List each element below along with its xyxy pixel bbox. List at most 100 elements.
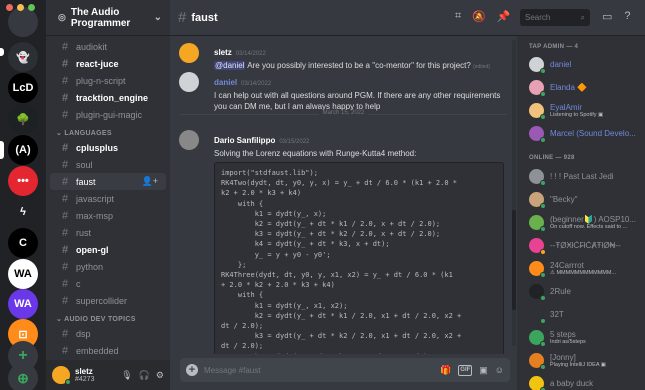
member-name: 32T [550, 310, 564, 319]
mute-microphone-icon[interactable]: 🎙 [121, 370, 132, 381]
member-item[interactable]: Marcel (Sound Develo... [517, 122, 645, 145]
category-languages[interactable]: ⌄ LANGUAGES [46, 123, 170, 139]
channel-python[interactable]: # python [50, 258, 166, 275]
channel-name: javascript [76, 193, 115, 204]
avatar[interactable] [179, 43, 199, 63]
hashtag-icon: # [62, 327, 69, 340]
member-item[interactable]: [Jonny] Playing IntelliJ IDEA ▣ [517, 349, 645, 372]
channel-name: rust [76, 227, 92, 238]
message-author[interactable]: sletz [214, 48, 232, 57]
discord-home-icon[interactable] [8, 7, 38, 37]
avatar [529, 80, 546, 97]
code-line: k3 = dydt(y_ + dt * k2 / 2.0, x1 + dt / … [221, 332, 462, 341]
member-activity: Listening to Spotify ▣ [550, 111, 604, 118]
member-activity: ⚠ MMMMMMMMMMMM... [550, 269, 617, 276]
lcd-server-icon[interactable]: LcD [8, 73, 38, 103]
wa-white-server-icon[interactable]: WA [8, 259, 38, 289]
avatar[interactable] [179, 130, 199, 150]
wa-purple-server-icon[interactable]: WA [8, 289, 38, 319]
status-indicator [540, 295, 546, 301]
inbox-icon[interactable]: ▭ [602, 10, 612, 23]
channel-c[interactable]: # c [50, 275, 166, 292]
status-indicator [540, 203, 546, 209]
channel-name: soul [76, 159, 93, 170]
avatar[interactable] [179, 72, 199, 92]
channel-tracktion_engine[interactable]: # tracktion_engine [50, 89, 166, 106]
channel-name: react-juce [76, 58, 119, 69]
code-line: dt / 2.0); [221, 342, 264, 351]
message-author[interactable]: Dario Sanfilippo [214, 136, 275, 145]
hashtag-icon: # [62, 57, 69, 70]
scrollbar-thumb[interactable] [512, 210, 516, 310]
channel-list: # audiokit # react-juce # plug-n-script # track… [46, 36, 170, 359]
message-scrollbar[interactable] [512, 40, 516, 346]
code-line: RK4Three(dydt, dt, y0, y, x1, x2) = y_ +… [221, 271, 453, 280]
message-input[interactable]: Message #faust [204, 366, 434, 375]
pinned-messages-icon[interactable]: 📌 [497, 10, 511, 23]
threads-icon[interactable]: ⌗ [455, 10, 461, 23]
emoji-icon[interactable]: ☺ [495, 365, 504, 376]
guild-header[interactable]: ◎ The Audio Programmer ⌄ [46, 0, 170, 36]
gift-icon[interactable]: 🎁 [440, 365, 451, 376]
code-line: }; [221, 260, 247, 269]
channel-max-msp[interactable]: # max-msp [50, 207, 166, 224]
member-item[interactable]: --ŦØӾłĆ₣łĆȺŦłØ₦-- [517, 234, 645, 257]
close-window-button[interactable] [6, 4, 13, 11]
channel-supercollider[interactable]: # supercollider [50, 292, 166, 309]
channel-dsp[interactable]: # dsp [50, 325, 166, 342]
message-composer[interactable]: + Message #faust 🎁 GIF ▣ ☺ [180, 358, 510, 382]
gif-button[interactable]: GIF [458, 364, 473, 376]
user-tag: #4273 [75, 375, 95, 383]
server-list: 👻 LcD 🌳 (A) ••• ϟ C WA WA ⊡ + ⊕ [0, 0, 46, 390]
channel-plug-n-script[interactable]: # plug-n-script [50, 72, 166, 89]
settings-gear-icon[interactable]: ⚙ [156, 370, 164, 381]
c-server-icon[interactable]: C [8, 228, 38, 258]
explore-servers-icon[interactable]: ⊕ [8, 363, 38, 390]
channel-open-gl[interactable]: # open-gl [50, 241, 166, 258]
member-name: ! ! ! Past Last Jedi [550, 172, 614, 181]
date-divider-label: March 15, 2022 [318, 110, 369, 116]
audio-programmer-server-icon[interactable]: (A) [8, 135, 38, 165]
channel-react-juce[interactable]: # react-juce [50, 55, 166, 72]
sticker-icon[interactable]: ▣ [479, 365, 488, 376]
member-item[interactable]: 32T [517, 303, 645, 326]
member-item[interactable]: EyalAmir Listening to Spotify ▣ [517, 99, 645, 122]
avatar [529, 169, 546, 186]
channel-soul[interactable]: # soul [50, 156, 166, 173]
red-server-icon[interactable]: ••• [8, 166, 38, 196]
invite-member-icon[interactable]: 👤+ [142, 176, 158, 187]
help-icon[interactable]: ? [624, 10, 630, 23]
member-list: TAP ADMIN — 4 daniel Elanda 🔶 EyalAmir Liste… [517, 36, 645, 390]
attach-plus-icon[interactable]: + [186, 364, 198, 376]
channel-faust[interactable]: # faust 👤+ [50, 173, 166, 190]
avatar[interactable] [52, 366, 71, 385]
channel-rust[interactable]: # rust [50, 224, 166, 241]
minimize-window-button[interactable] [17, 4, 24, 11]
headphones-icon[interactable]: 🎧 [139, 370, 150, 381]
maximize-window-button[interactable] [28, 4, 35, 11]
channel-embedded[interactable]: # embedded [50, 342, 166, 359]
ghost-server-icon[interactable]: 👻 [8, 42, 38, 72]
member-item[interactable]: (beginner🔰) AOSP10... On cutoff now. Effe… [517, 211, 645, 234]
member-item[interactable]: ! ! ! Past Last Jedi [517, 165, 645, 188]
channel-javascript[interactable]: # javascript [50, 190, 166, 207]
tree-server-icon[interactable]: 🌳 [8, 104, 38, 134]
member-item[interactable]: Elanda 🔶 [517, 76, 645, 99]
mute-notifications-icon[interactable]: 🔕 [472, 10, 486, 23]
member-item[interactable]: a baby duck [517, 372, 645, 390]
channel-audiokit[interactable]: # audiokit [50, 38, 166, 55]
member-item[interactable]: 24Carrrot ⚠ MMMMMMMMMMMM... [517, 257, 645, 280]
code-line: + 2.0 * k2 + 2.0 * k3 + k4) [221, 281, 335, 290]
member-item[interactable]: daniel [517, 53, 645, 76]
lightning-server-icon[interactable]: ϟ [8, 197, 38, 227]
category-audio-dev-topics[interactable]: ⌄ AUDIO DEV TOPICS [46, 309, 170, 325]
message-author[interactable]: daniel [214, 78, 237, 87]
search-input[interactable]: Search ⌕ [520, 9, 590, 26]
avatar [529, 307, 546, 324]
member-item[interactable]: 5 steps Indri as/5steps [517, 326, 645, 349]
member-item[interactable]: "Becky" [517, 188, 645, 211]
channel-cplusplus[interactable]: # cplusplus [50, 139, 166, 156]
status-indicator [540, 364, 546, 370]
channel-plugin-gui-magic[interactable]: # plugin-gui-magic [50, 106, 166, 123]
member-item[interactable]: 2Rule [517, 280, 645, 303]
